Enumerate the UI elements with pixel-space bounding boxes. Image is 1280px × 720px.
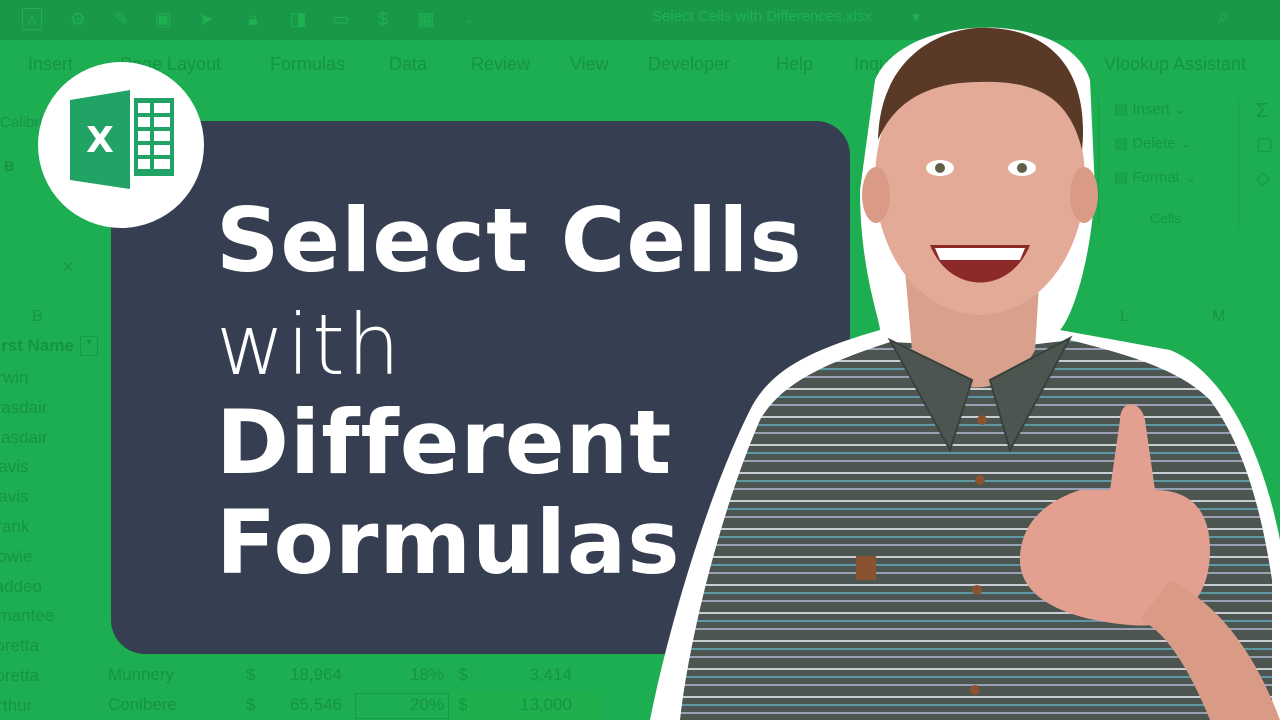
brush-icon[interactable]: ✎ — [110, 8, 132, 30]
font-name-box[interactable]: Calibri — [0, 114, 43, 131]
lock-icon[interactable]: 🔒︎ — [242, 8, 264, 30]
percent-cell[interactable]: 18% — [380, 665, 444, 685]
pocket-patch — [856, 556, 876, 580]
tab-view[interactable]: View — [570, 54, 609, 75]
first-name-cell[interactable]: Davis — [0, 457, 29, 477]
currency-cell[interactable]: $ — [246, 695, 255, 715]
currency-cell[interactable]: $ — [458, 695, 467, 715]
cursor-icon[interactable]: ➤ — [195, 8, 217, 30]
amount-cell[interactable]: 65,546 — [290, 695, 342, 715]
currency-cell[interactable]: $ — [458, 665, 467, 685]
formula-cancel-icon[interactable]: ✕ — [62, 258, 75, 276]
presenter-photo — [650, 27, 1280, 720]
first-name-cell[interactable]: Erwin — [0, 368, 29, 388]
tab-data[interactable]: Data — [389, 54, 427, 75]
text-box-icon[interactable]: A — [22, 8, 42, 30]
bonus-cell[interactable]: 13,000 — [500, 695, 572, 715]
table-icon[interactable]: ▦ — [415, 8, 437, 30]
title-line-3: Different — [216, 391, 673, 494]
excel-x-letter: X — [86, 120, 114, 161]
first-name-cell[interactable]: Taddeo — [0, 577, 42, 597]
title-line-2: with — [216, 296, 403, 394]
window-icon[interactable]: ▭ — [330, 8, 352, 30]
table-header-first-name[interactable]: First Name — [0, 336, 74, 356]
percent-cell[interactable]: 20% — [380, 695, 444, 715]
first-name-cell[interactable]: Alasdair — [0, 428, 47, 448]
first-name-cell[interactable]: Amantee — [0, 606, 54, 626]
tab-review[interactable]: Review — [471, 54, 530, 75]
dollar-icon[interactable]: $ — [372, 8, 394, 30]
customize-chevron-icon[interactable]: ⌄ — [458, 8, 480, 30]
filter-dropdown-icon[interactable]: ▾ — [80, 336, 98, 356]
last-name-cell[interactable]: Conibere — [108, 695, 177, 715]
excel-logo: X — [38, 62, 204, 228]
tab-formulas[interactable]: Formulas — [270, 54, 345, 75]
gear-icon[interactable]: ⚙ — [67, 8, 89, 30]
last-name-cell[interactable]: Munnery — [108, 665, 174, 685]
bold-button[interactable]: B — [4, 158, 15, 175]
first-name-cell[interactable]: Frank — [0, 517, 29, 537]
first-name-cell[interactable]: Arthur — [0, 696, 32, 716]
amount-cell[interactable]: 18,964 — [290, 665, 342, 685]
first-name-cell[interactable]: Alasdair — [0, 398, 47, 418]
first-name-cell[interactable]: Loretta — [0, 636, 39, 656]
currency-cell[interactable]: $ — [246, 665, 255, 685]
first-name-cell[interactable]: Loretta — [0, 666, 39, 686]
first-name-cell[interactable]: Bowie — [0, 547, 32, 567]
title-line-4: Formulas — [216, 491, 681, 594]
column-header-b[interactable]: B — [32, 308, 43, 326]
insert-image-icon[interactable]: ▣ — [152, 8, 174, 30]
first-name-cell[interactable]: Davis — [0, 487, 29, 507]
bonus-cell[interactable]: 3,414 — [500, 665, 572, 685]
excel-logo-icon: X — [70, 90, 174, 189]
freeze-panes-icon[interactable]: ◨ — [287, 8, 309, 30]
